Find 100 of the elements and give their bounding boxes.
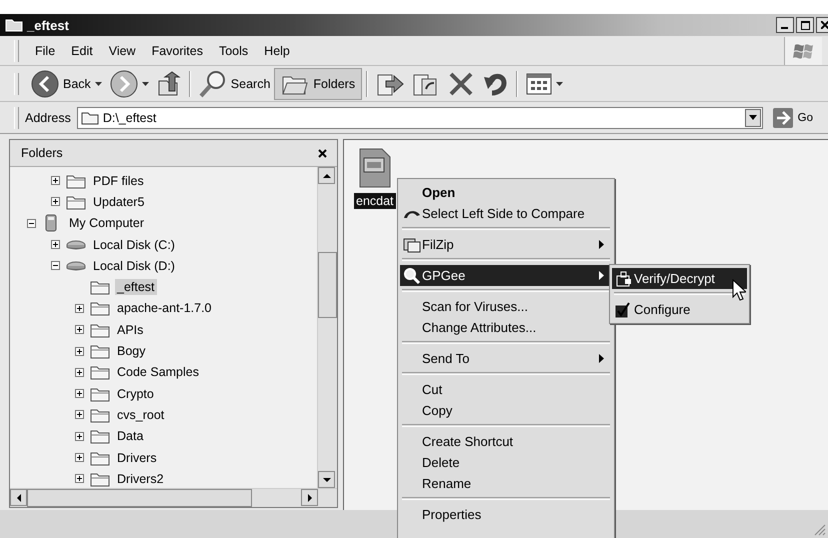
expand-icon[interactable] xyxy=(75,325,84,334)
tree-item[interactable]: apache-ant-1.7.0 xyxy=(115,300,214,316)
expand-icon[interactable] xyxy=(75,432,84,441)
tree-item[interactable]: PDF files xyxy=(91,172,146,189)
tree-item[interactable]: _eftest xyxy=(115,279,157,296)
menu-item[interactable]: View xyxy=(100,44,144,58)
menu-item[interactable]: Help xyxy=(256,44,298,58)
folder-icon xyxy=(66,172,86,189)
expand-icon[interactable] xyxy=(75,410,84,420)
close-icon xyxy=(448,70,474,96)
menu-item[interactable]: Create Shortcut xyxy=(400,431,612,452)
folder-icon xyxy=(90,322,110,338)
menu-item[interactable]: File xyxy=(27,44,64,58)
submenu-arrow-icon xyxy=(599,271,604,280)
maximize-button[interactable] xyxy=(796,17,814,33)
menu-item[interactable]: Rename xyxy=(400,473,612,494)
menu-item[interactable]: Cut xyxy=(400,379,612,400)
menu-item[interactable]: Select Left Side to Compare xyxy=(400,203,612,224)
menu-item[interactable]: Open xyxy=(400,182,612,203)
expand-icon[interactable] xyxy=(51,240,60,250)
expand-icon[interactable] xyxy=(51,176,60,186)
up-arrow-icon xyxy=(322,174,330,178)
tree-item[interactable]: Updater5 xyxy=(91,194,146,210)
scroll-thumb[interactable] xyxy=(27,489,252,507)
down-arrow-icon xyxy=(322,478,330,482)
address-field[interactable]: D:\_eftest xyxy=(76,106,763,128)
address-label: Address xyxy=(25,110,71,124)
menu-item[interactable]: Properties xyxy=(400,504,612,525)
magnifier-icon xyxy=(403,266,421,284)
menu-item[interactable]: Verify/Decrypt xyxy=(612,268,747,289)
folder-icon xyxy=(90,386,110,402)
horizontal-scrollbar[interactable] xyxy=(10,488,337,507)
search-button[interactable]: Search xyxy=(194,68,274,100)
submenu-arrow-icon xyxy=(599,240,604,249)
close-button[interactable] xyxy=(318,148,327,158)
menu-item[interactable]: Edit xyxy=(63,44,101,58)
tree-item[interactable]: Bogy xyxy=(115,343,148,360)
folders-button[interactable]: Folders xyxy=(274,68,362,100)
go-button[interactable]: Go xyxy=(772,108,813,128)
tree-item[interactable]: Data xyxy=(115,428,146,444)
caret-icon xyxy=(142,82,149,86)
folder-icon xyxy=(90,470,110,487)
expand-icon[interactable] xyxy=(75,346,84,356)
tree-item[interactable]: Crypto xyxy=(115,386,156,402)
expand-icon[interactable] xyxy=(75,474,84,484)
mouse-pointer-icon xyxy=(732,279,746,301)
menu-item[interactable]: Favorites xyxy=(144,44,211,58)
folder-icon xyxy=(90,300,110,316)
expand-icon[interactable] xyxy=(75,389,84,398)
window-title: _eftest xyxy=(27,18,69,32)
expand-icon[interactable] xyxy=(51,197,60,206)
folder-icon xyxy=(90,428,110,444)
menu-item[interactable]: Send To xyxy=(400,348,612,369)
folder-icon xyxy=(90,364,110,380)
folder-icon xyxy=(90,450,110,466)
right-arrow-icon xyxy=(772,108,793,128)
tree-item[interactable]: Drivers2 xyxy=(115,470,166,487)
tree-item[interactable]: Code Samples xyxy=(115,364,201,380)
menu-item[interactable]: FilZip xyxy=(400,234,612,255)
expand-icon[interactable] xyxy=(75,304,84,313)
tree-item[interactable]: APIs xyxy=(115,322,146,338)
tree-item[interactable]: Local Disk (D:) xyxy=(91,258,177,274)
menu-item[interactable]: Configure xyxy=(612,299,747,320)
scroll-thumb[interactable] xyxy=(318,252,337,318)
resize-grip-icon xyxy=(814,524,826,536)
left-arrow-icon xyxy=(16,494,20,502)
menu-item[interactable]: Delete xyxy=(400,452,612,473)
file-name[interactable]: encdat xyxy=(354,193,396,209)
expand-icon[interactable] xyxy=(75,453,84,462)
menu-item[interactable]: Copy xyxy=(400,400,612,421)
close-icon xyxy=(318,148,327,158)
folder-icon xyxy=(90,406,110,423)
close-icon xyxy=(821,21,828,29)
stacked-windows-icon xyxy=(403,236,421,252)
tree-item[interactable]: cvs_root xyxy=(115,406,166,423)
search-icon xyxy=(198,70,227,98)
minimize-button[interactable] xyxy=(776,17,794,33)
grid-icon xyxy=(526,72,552,96)
menu-item[interactable]: Tools xyxy=(210,44,256,58)
menu-item[interactable]: GPGee xyxy=(400,265,612,286)
expand-icon[interactable] xyxy=(75,368,84,377)
menu-item[interactable]: Change Attributes... xyxy=(400,317,612,338)
folder-up-arrow-icon xyxy=(156,70,181,96)
collapse-icon[interactable] xyxy=(27,218,36,228)
folder-icon xyxy=(5,17,23,33)
tree-item[interactable]: Drivers xyxy=(115,450,159,466)
folder-icon xyxy=(66,194,86,210)
folder-icon xyxy=(90,279,110,296)
right-arrow-icon xyxy=(308,494,312,502)
vertical-scrollbar[interactable] xyxy=(317,167,337,488)
folder-icon xyxy=(80,110,99,125)
document-icon xyxy=(358,148,391,188)
submenu-arrow-icon xyxy=(599,354,604,363)
tree-item[interactable]: My Computer xyxy=(67,215,146,232)
back-button[interactable]: Back xyxy=(27,68,106,100)
tree-item[interactable]: Local Disk (C:) xyxy=(91,236,177,253)
menu-item[interactable]: Scan for Viruses... xyxy=(400,296,612,317)
panel-title: Folders xyxy=(21,146,63,160)
collapse-icon[interactable] xyxy=(51,261,60,270)
caret-icon xyxy=(556,82,564,86)
